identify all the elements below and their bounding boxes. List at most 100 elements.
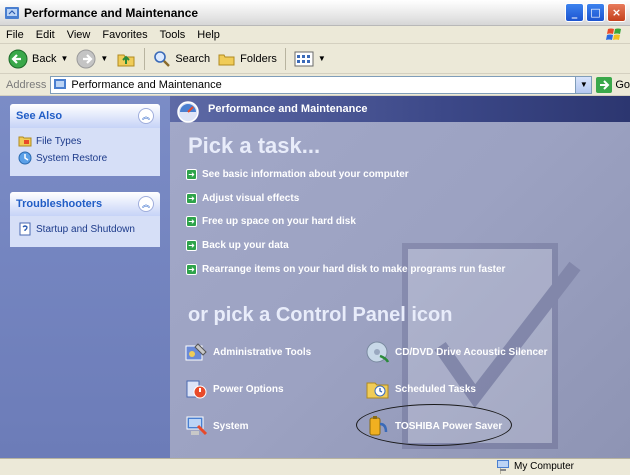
cp-scheduled-tasks[interactable]: Scheduled Tasks: [366, 377, 476, 401]
up-folder-button[interactable]: [112, 46, 140, 72]
toolbar: Back ▼ ▼ Search Folders ▼: [0, 44, 630, 74]
toolbar-separator: [284, 47, 286, 70]
task-backup[interactable]: ➜ Back up your data: [186, 240, 289, 251]
system-restore-icon: [18, 151, 32, 165]
minimize-button[interactable]: _: [565, 3, 584, 22]
search-icon: [154, 50, 171, 67]
back-button[interactable]: Back ▼: [4, 46, 72, 72]
scheduled-tasks-icon: [366, 382, 389, 399]
forward-arrow-icon: [76, 49, 96, 68]
cp-label: Scheduled Tasks: [395, 383, 476, 395]
task-arrow-icon: ➜: [186, 169, 197, 180]
views-dropdown-icon[interactable]: ▼: [318, 54, 326, 63]
troubleshooters-title: Troubleshooters: [16, 198, 103, 210]
windows-logo-icon: [606, 28, 621, 40]
troubleshooters-header[interactable]: Troubleshooters ︽: [10, 192, 160, 216]
close-button[interactable]: ×: [607, 3, 626, 22]
window-controls: _ □ ×: [565, 3, 626, 22]
help-document-icon: [19, 222, 31, 236]
power-options-icon: [186, 380, 207, 399]
cp-power-options[interactable]: Power Options: [184, 377, 284, 401]
task-label: Rearrange items on your hard disk to mak…: [202, 264, 506, 275]
status-bar: My Computer: [0, 458, 630, 475]
link-system-restore[interactable]: System Restore: [18, 151, 152, 165]
control-panel-icon: [54, 78, 67, 89]
toolbar-separator: [144, 47, 146, 70]
menu-tools[interactable]: Tools: [154, 29, 192, 41]
system-icon: [186, 416, 208, 436]
task-arrow-icon: ➜: [186, 216, 197, 227]
menu-favorites[interactable]: Favorites: [96, 29, 153, 41]
go-button[interactable]: Go: [596, 76, 630, 93]
collapse-icon[interactable]: ︽: [138, 108, 154, 124]
menu-bar: File Edit View Favorites Tools Help: [0, 26, 630, 44]
task-arrow-icon: ➜: [186, 264, 197, 275]
status-zone-label: My Computer: [513, 460, 574, 472]
back-label: Back: [32, 52, 57, 65]
address-dropdown-icon[interactable]: ▼: [575, 76, 592, 93]
views-icon: [294, 51, 314, 66]
views-button[interactable]: ▼: [290, 46, 330, 72]
cp-label: Power Options: [213, 383, 284, 395]
cp-administrative-tools[interactable]: Administrative Tools: [184, 340, 311, 364]
task-label: Free up space on your hard disk: [202, 216, 356, 227]
category-title: Performance and Maintenance: [208, 103, 368, 115]
menu-help[interactable]: Help: [191, 29, 226, 41]
forward-button[interactable]: ▼: [72, 46, 112, 72]
content-pane: Performance and Maintenance Pick a task.…: [170, 96, 630, 458]
link-label: File Types: [36, 135, 82, 147]
task-defragment[interactable]: ➜ Rearrange items on your hard disk to m…: [186, 264, 505, 275]
task-basic-info[interactable]: ➜ See basic information about your compu…: [186, 169, 409, 180]
cp-label: System: [213, 420, 249, 432]
cp-label: CD/DVD Drive Acoustic Silencer: [395, 346, 548, 358]
task-label: Adjust visual effects: [202, 193, 300, 204]
task-visual-effects[interactable]: ➜ Adjust visual effects: [186, 193, 299, 204]
search-button[interactable]: Search: [149, 46, 214, 72]
link-label: Startup and Shutdown: [36, 223, 135, 235]
folders-label: Folders: [240, 52, 277, 65]
address-label: Address: [6, 78, 47, 91]
address-input[interactable]: Performance and Maintenance ▼: [50, 75, 593, 94]
task-label: Back up your data: [202, 240, 289, 251]
category-header: Performance and Maintenance: [170, 96, 630, 122]
administrative-tools-icon: [185, 343, 207, 361]
link-label: System Restore: [36, 152, 108, 164]
back-dropdown-icon[interactable]: ▼: [60, 54, 68, 63]
task-arrow-icon: ➜: [186, 240, 197, 251]
cd-disc-icon: [366, 341, 390, 363]
see-also-panel: See Also ︽ File Types System Restore: [10, 104, 160, 176]
forward-dropdown-icon[interactable]: ▼: [100, 54, 108, 63]
highlight-ellipse: [356, 404, 512, 446]
pick-task-heading: Pick a task...: [188, 133, 321, 158]
back-arrow-icon: [8, 49, 28, 68]
collapse-icon[interactable]: ︽: [138, 196, 154, 212]
see-also-header[interactable]: See Also ︽: [10, 104, 160, 128]
link-file-types[interactable]: File Types: [18, 134, 152, 148]
status-zone: My Computer: [496, 460, 574, 472]
task-pane: See Also ︽ File Types System Restore Tro…: [0, 96, 170, 458]
address-bar: Address Performance and Maintenance ▼ Go: [0, 74, 630, 96]
go-arrow-icon: [596, 76, 613, 93]
see-also-title: See Also: [16, 110, 63, 122]
file-types-icon: [18, 136, 32, 147]
my-computer-icon: [496, 460, 509, 471]
performance-category-icon: [177, 101, 199, 123]
go-label: Go: [615, 78, 630, 91]
search-label: Search: [175, 52, 211, 65]
cp-cd-dvd-silencer[interactable]: CD/DVD Drive Acoustic Silencer: [366, 340, 547, 364]
folders-icon: [218, 54, 235, 65]
up-folder-icon: [117, 54, 135, 66]
cp-system[interactable]: System: [184, 414, 249, 438]
address-value: Performance and Maintenance: [71, 78, 222, 91]
window-title: Performance and Maintenance: [24, 5, 199, 20]
maximize-button[interactable]: □: [586, 3, 605, 22]
menu-view[interactable]: View: [61, 29, 97, 41]
folders-button[interactable]: Folders: [214, 46, 281, 72]
pick-icon-heading: or pick a Control Panel icon: [188, 304, 453, 326]
control-panel-icon: [5, 6, 19, 19]
menu-file[interactable]: File: [0, 29, 30, 41]
menu-edit[interactable]: Edit: [30, 29, 61, 41]
task-free-space[interactable]: ➜ Free up space on your hard disk: [186, 216, 356, 227]
title-bar: Performance and Maintenance _ □ ×: [0, 0, 630, 26]
link-startup-shutdown[interactable]: Startup and Shutdown: [18, 222, 152, 236]
